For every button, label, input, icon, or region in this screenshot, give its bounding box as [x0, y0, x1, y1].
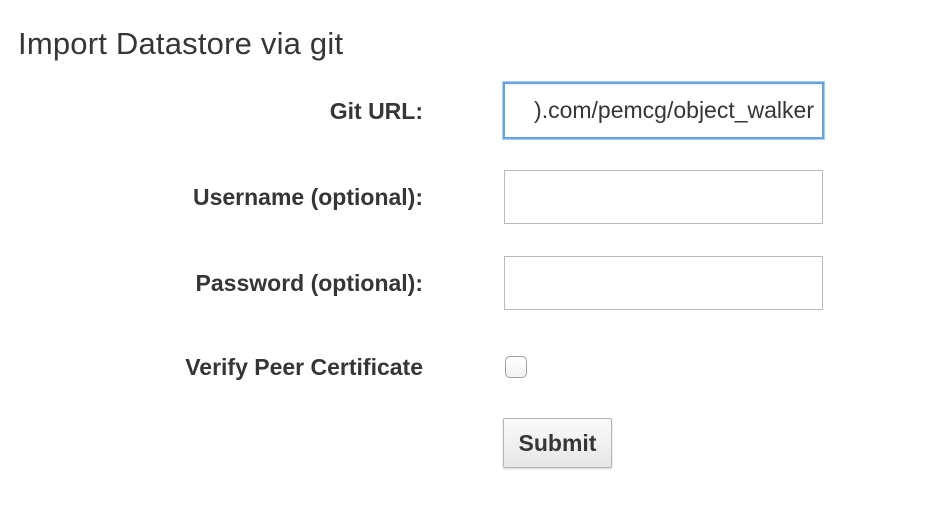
git-url-row: Git URL: ).com/pemcg/object_walker — [0, 82, 934, 139]
password-row: Password (optional): — [0, 256, 934, 310]
git-url-label: Git URL: — [329, 98, 423, 124]
git-url-viewport: ).com/pemcg/object_walker — [513, 84, 814, 137]
verify-peer-row: Verify Peer Certificate — [0, 340, 934, 394]
verify-peer-checkbox[interactable] — [505, 356, 527, 378]
username-field[interactable] — [504, 170, 823, 224]
git-url-value: ).com/pemcg/object_walker — [534, 97, 814, 123]
password-field[interactable] — [504, 256, 823, 310]
git-url-field[interactable]: ).com/pemcg/object_walker — [503, 82, 824, 139]
import-datastore-page: Import Datastore via git Git URL: ).com/… — [0, 0, 934, 508]
password-label: Password (optional): — [195, 270, 423, 296]
page-title: Import Datastore via git — [18, 26, 344, 61]
username-label: Username (optional): — [192, 184, 423, 210]
verify-peer-label: Verify Peer Certificate — [185, 354, 423, 380]
submit-button[interactable]: Submit — [503, 418, 612, 468]
username-row: Username (optional): — [0, 170, 934, 224]
